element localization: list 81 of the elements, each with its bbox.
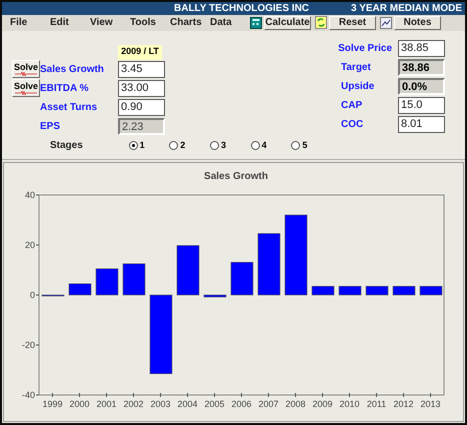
stages-label: Stages — [50, 139, 84, 154]
radio-button[interactable] — [291, 141, 300, 150]
x-tick-label: 2002 — [123, 399, 144, 409]
x-tick-label: 2004 — [177, 399, 198, 409]
y-tick-label: 40 — [24, 190, 35, 200]
solve-button[interactable]: Solve — [12, 79, 40, 98]
bar — [176, 245, 200, 296]
y-tick-label: 0 — [30, 290, 35, 300]
bar — [204, 294, 226, 298]
x-tick-label: 2003 — [150, 399, 171, 409]
x-tick-label: 2000 — [69, 399, 90, 409]
value-field[interactable]: 0.90 — [118, 98, 165, 116]
window-title: BALLY TECHNOLOGIES INC — [174, 2, 310, 15]
field-label: Solve Price — [337, 42, 393, 56]
x-tick-label: 2012 — [393, 399, 414, 409]
field-label: EPS — [40, 120, 62, 134]
toolbar-button[interactable]: Calculate — [264, 16, 311, 30]
field-label: EBITDA % — [40, 82, 90, 96]
bar — [96, 268, 118, 296]
toolbar-button[interactable]: Reset — [329, 16, 376, 30]
x-tick-label: 2013 — [420, 399, 441, 409]
radio-button[interactable] — [250, 141, 260, 150]
value-field[interactable]: 8.01 — [398, 116, 445, 133]
bar — [258, 233, 280, 296]
field-label: Asset Turns — [40, 100, 98, 115]
radio-button[interactable] — [128, 141, 138, 150]
menu-item[interactable]: Tools — [130, 15, 170, 30]
value-field[interactable]: 15.0 — [398, 96, 445, 114]
y-tick-label: 20 — [24, 240, 35, 250]
field-label: Target — [340, 60, 372, 75]
radio-button[interactable] — [169, 141, 178, 150]
radio-label: 5 — [302, 139, 308, 152]
bar — [392, 286, 416, 296]
x-tick-label: 2009 — [312, 399, 333, 409]
value-field: 2.23 — [118, 118, 165, 135]
chart-icon — [380, 16, 392, 29]
menu-item[interactable]: Charts — [170, 15, 210, 30]
bar — [420, 286, 442, 296]
field-label: Upside — [340, 80, 376, 94]
x-tick-label: 1999 — [42, 399, 63, 409]
bar — [68, 283, 92, 296]
value-field: 38.86 — [398, 58, 445, 76]
bar — [312, 286, 334, 296]
menu-item[interactable]: File — [10, 15, 50, 30]
field-label: COC — [340, 118, 364, 132]
value-field: 0.0% — [398, 78, 445, 95]
bar — [230, 262, 254, 296]
radio-label: 4 — [262, 139, 267, 152]
solve-button[interactable]: Solve — [12, 60, 40, 78]
radio-button[interactable] — [210, 141, 219, 150]
value-field[interactable]: 38.85 — [398, 40, 445, 57]
chart-title: Sales Growth — [204, 171, 268, 182]
refresh-icon — [315, 16, 327, 30]
bar — [338, 286, 362, 296]
x-tick-label: 2005 — [204, 399, 225, 409]
y-tick-label: -40 — [22, 390, 35, 400]
wave-icon — [15, 91, 37, 96]
x-tick-label: 2011 — [366, 399, 386, 409]
menu-item[interactable]: Edit — [50, 15, 90, 30]
x-tick-label: 2008 — [285, 399, 306, 409]
field-label: Sales Growth — [40, 62, 105, 77]
x-tick-label: 2001 — [96, 399, 117, 409]
toolbar-button[interactable]: Notes — [394, 16, 441, 30]
y-tick-label: -20 — [22, 340, 35, 350]
mode-label: 3 YEAR MEDIAN MODE — [351, 2, 462, 15]
calculator-icon — [250, 16, 262, 29]
menu-item[interactable]: View — [90, 15, 130, 30]
wave-icon — [15, 72, 37, 76]
field-label: CAP — [340, 98, 364, 113]
x-tick-label: 2007 — [258, 399, 279, 409]
x-tick-label: 2010 — [339, 399, 360, 409]
value-field[interactable]: 3.45 — [118, 60, 165, 78]
bar — [366, 286, 388, 296]
radio-label: 3 — [220, 139, 226, 152]
value-field[interactable]: 33.00 — [118, 80, 165, 97]
radio-label: 2 — [180, 139, 186, 152]
bar — [122, 263, 146, 296]
x-tick-label: 2006 — [231, 399, 252, 409]
menu-item[interactable]: Data — [210, 15, 250, 30]
column-header: 2009 / LT — [118, 44, 162, 60]
radio-label: 1 — [140, 139, 145, 152]
